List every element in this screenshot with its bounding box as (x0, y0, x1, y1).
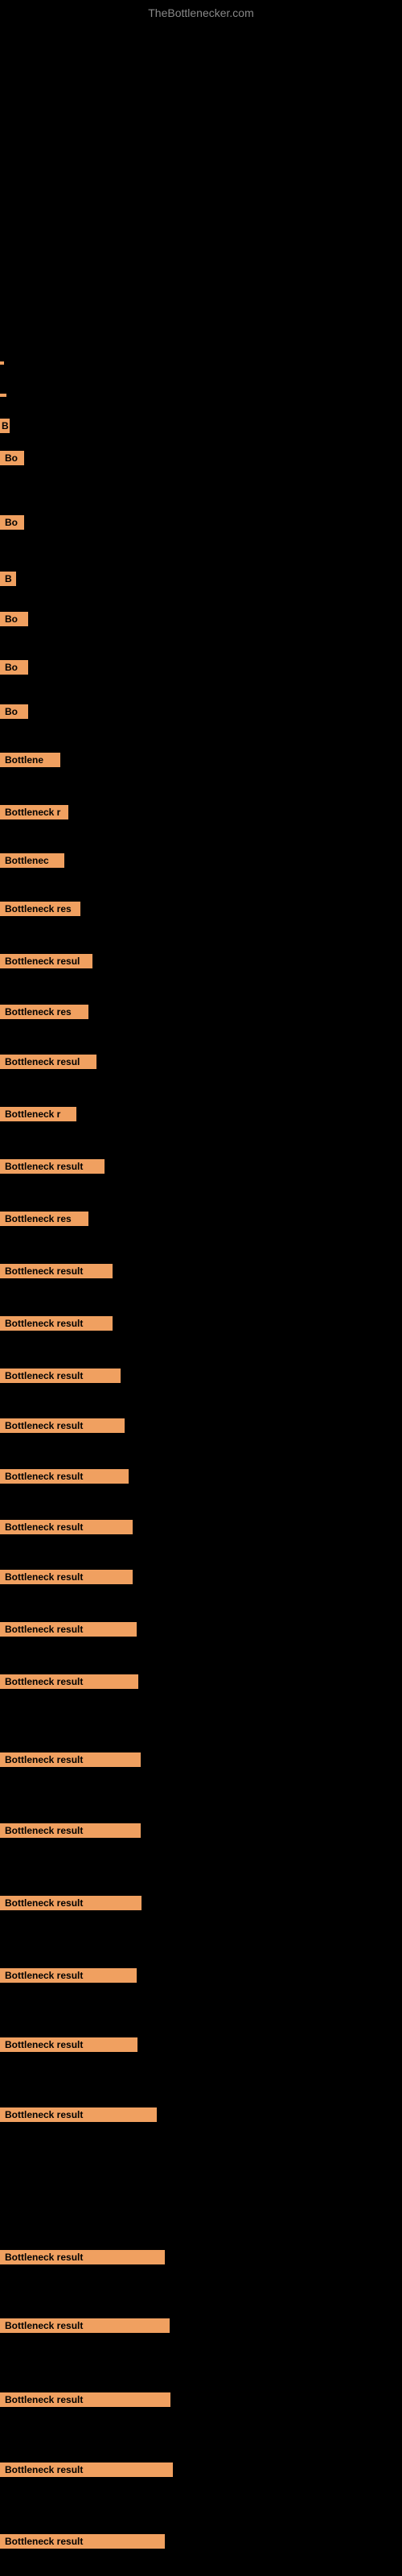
extra-label-13: Bottleneck resul (0, 1055, 96, 1073)
extra-label-21: Bottleneck result (0, 1469, 129, 1488)
extra-label-25: Bottleneck result (0, 1674, 138, 1693)
extra-label-24: Bottleneck result (0, 1622, 137, 1641)
extra-label-10: Bottleneck res (0, 902, 80, 920)
extra-label-26: Bottleneck result (0, 1823, 141, 1842)
extra-label-2: Bo (0, 515, 24, 534)
site-title: TheBottlenecker.com (148, 6, 254, 19)
extra-label-18: Bottleneck result (0, 1316, 113, 1335)
extra-label-6: Bo (0, 704, 28, 723)
tiny-label-3: B (0, 419, 10, 437)
extra-label-28: Bottleneck result (0, 1968, 137, 1987)
bottleneck-result-8: Bottleneck result (0, 2534, 165, 2553)
extra-label-14: Bottleneck r (0, 1107, 76, 1125)
bottleneck-result-2: Bottleneck result (0, 2037, 137, 2056)
bottleneck-result-5: Bottleneck result (0, 2318, 170, 2337)
extra-label-3: B (0, 572, 16, 590)
extra-label-27: Bottleneck result (0, 1896, 142, 1914)
extra-label-8: Bottleneck r (0, 805, 68, 824)
bottleneck-result-7: Bottleneck result (0, 2462, 173, 2481)
extra-label-20: Bottleneck result (0, 1418, 125, 1437)
extra-label-17: Bottleneck result (0, 1264, 113, 1282)
extra-label-19: Bottleneck result (0, 1368, 121, 1387)
extra-label-7: Bottlene (0, 753, 60, 771)
bottleneck-result-1: Bottleneck result (0, 1752, 141, 1771)
extra-label-16: Bottleneck res (0, 1212, 88, 1230)
tiny-label-2 (0, 386, 6, 401)
extra-label-22: Bottleneck result (0, 1520, 133, 1538)
extra-label-9: Bottlenec (0, 853, 64, 872)
extra-label-1: Bo (0, 451, 24, 469)
tiny-label-1 (0, 354, 4, 369)
extra-label-15: Bottleneck result (0, 1159, 105, 1178)
extra-label-4: Bo (0, 612, 28, 630)
bottleneck-result-4: Bottleneck result (0, 2250, 165, 2268)
extra-label-5: Bo (0, 660, 28, 679)
extra-label-11: Bottleneck resul (0, 954, 92, 972)
extra-label-23: Bottleneck result (0, 1570, 133, 1588)
bottleneck-result-3: Bottleneck result (0, 2107, 157, 2126)
extra-label-12: Bottleneck res (0, 1005, 88, 1023)
bottleneck-result-6: Bottleneck result (0, 2392, 170, 2411)
